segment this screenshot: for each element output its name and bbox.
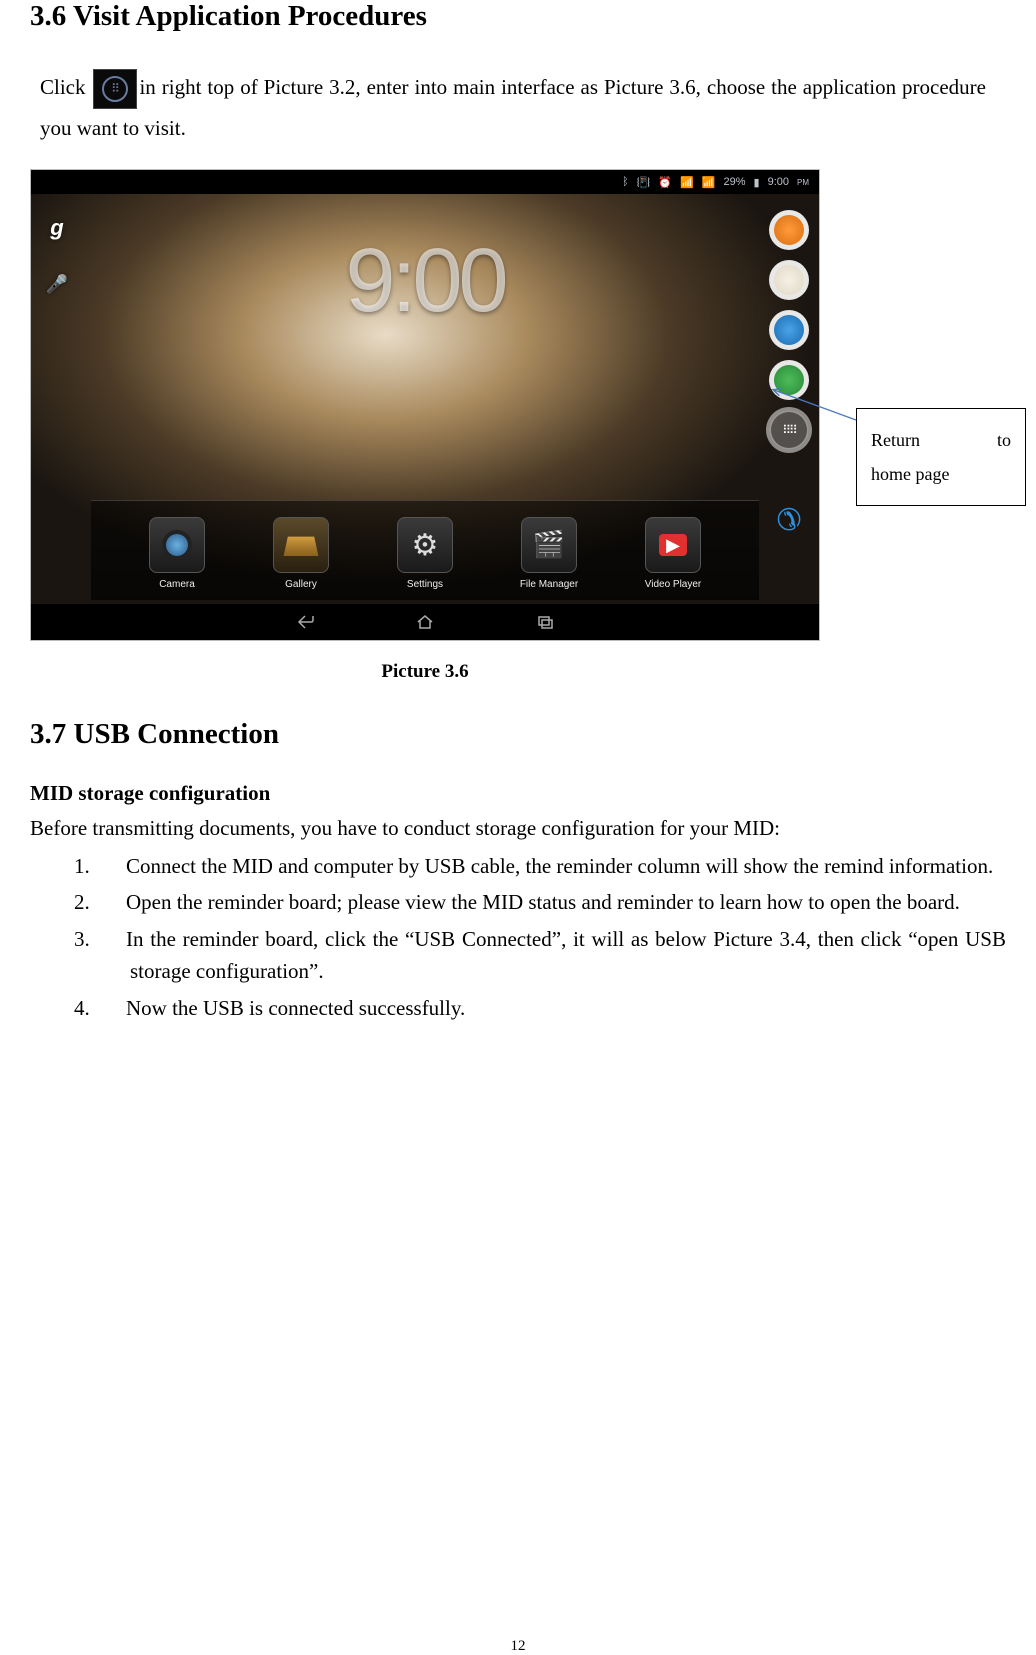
para-text-after: in right top of Picture 3.2, enter into …	[40, 75, 986, 140]
battery-icon: ▮	[754, 176, 760, 189]
step-3: 3.In the reminder board, click the “USB …	[102, 923, 1006, 988]
dock-video-player[interactable]: Video Player	[641, 517, 705, 590]
step-1-num: 1.	[102, 850, 126, 883]
alarm-icon: ⏰	[658, 176, 672, 189]
para-text-before: Click	[40, 75, 91, 99]
battery-percent: 29%	[723, 176, 745, 188]
mid-storage-intro: Before transmitting documents, you have …	[30, 812, 1006, 846]
dock-file-manager[interactable]: File Manager	[517, 517, 581, 590]
pm-icon: PM	[797, 178, 809, 187]
file-manager-icon	[521, 517, 577, 573]
dock-settings[interactable]: Settings	[393, 517, 457, 590]
step-3-text: In the reminder board, click the “USB Co…	[126, 927, 1006, 984]
settings-label: Settings	[407, 579, 443, 590]
step-2-num: 2.	[102, 886, 126, 919]
browser-shortcut[interactable]	[769, 260, 809, 300]
video-player-icon	[645, 517, 701, 573]
usb-steps-list: 1.Connect the MID and computer by USB ca…	[30, 850, 1006, 1025]
gallery-label: Gallery	[285, 579, 317, 590]
dock: Camera Gallery Settings File Manager Vid…	[31, 517, 819, 590]
settings-icon	[397, 517, 453, 573]
step-2-text: Open the reminder board; please view the…	[126, 890, 960, 914]
mid-storage-subheading: MID storage configuration	[30, 781, 1006, 806]
step-2: 2.Open the reminder board; please view t…	[102, 886, 1006, 919]
step-3-num: 3.	[102, 923, 126, 956]
callout-word-1: Return	[871, 423, 920, 457]
camera-label: Camera	[159, 579, 195, 590]
step-4-text: Now the USB is connected successfully.	[126, 996, 465, 1020]
apps-drawer-button[interactable]	[769, 410, 809, 450]
vibrate-icon: 📳	[637, 176, 651, 189]
dock-gallery[interactable]: Gallery	[269, 517, 333, 590]
statusbar-time: 9:00	[768, 176, 789, 188]
camera-icon	[149, 517, 205, 573]
wifi-icon: 📶	[702, 176, 716, 189]
home-button[interactable]	[395, 609, 455, 635]
music-shortcut[interactable]	[769, 210, 809, 250]
right-shortcut-rail: ✆	[767, 210, 811, 540]
callout-line-2: home page	[871, 457, 1011, 491]
step-1-text: Connect the MID and computer by USB cabl…	[126, 854, 993, 878]
android-home-screenshot: ᛒ 📳 ⏰ 📶 📶 29% ▮ 9:00 PM g 🎤 9:00	[30, 169, 820, 641]
step-4: 4.Now the USB is connected successfully.	[102, 992, 1006, 1025]
video-player-label: Video Player	[645, 579, 702, 590]
navigation-bar	[31, 604, 819, 640]
screenshot-container: ᛒ 📳 ⏰ 📶 📶 29% ▮ 9:00 PM g 🎤 9:00	[30, 169, 820, 683]
step-1: 1.Connect the MID and computer by USB ca…	[102, 850, 1006, 883]
voice-search-shortcut[interactable]: 🎤	[39, 266, 75, 302]
left-shortcut-rail: g 🎤	[39, 210, 75, 302]
clock-widget: 9:00	[345, 230, 504, 333]
file-manager-label: File Manager	[520, 579, 578, 590]
section-3-6-paragraph: Click in right top of Picture 3.2, enter…	[30, 68, 1006, 149]
signal-icon: 📶	[680, 176, 694, 189]
page-number: 12	[511, 1638, 526, 1655]
contacts-shortcut[interactable]	[769, 360, 809, 400]
back-button[interactable]	[275, 609, 335, 635]
step-4-num: 4.	[102, 992, 126, 1025]
gallery-icon	[273, 517, 329, 573]
bluetooth-icon: ᛒ	[622, 176, 629, 188]
google-search-shortcut[interactable]: g	[39, 210, 75, 246]
apps-grid-icon	[93, 69, 137, 109]
dock-camera[interactable]: Camera	[145, 517, 209, 590]
status-bar: ᛒ 📳 ⏰ 📶 📶 29% ▮ 9:00 PM	[31, 170, 819, 194]
section-3-7-heading: 3.7 USB Connection	[30, 718, 1006, 751]
callout-word-2: to	[997, 423, 1011, 457]
figure-caption: Picture 3.6	[30, 661, 820, 683]
messaging-shortcut[interactable]	[769, 310, 809, 350]
recent-apps-button[interactable]	[515, 609, 575, 635]
section-3-6-heading: 3.6 Visit Application Procedures	[30, 0, 1006, 33]
return-home-callout: Return to home page	[856, 408, 1026, 506]
